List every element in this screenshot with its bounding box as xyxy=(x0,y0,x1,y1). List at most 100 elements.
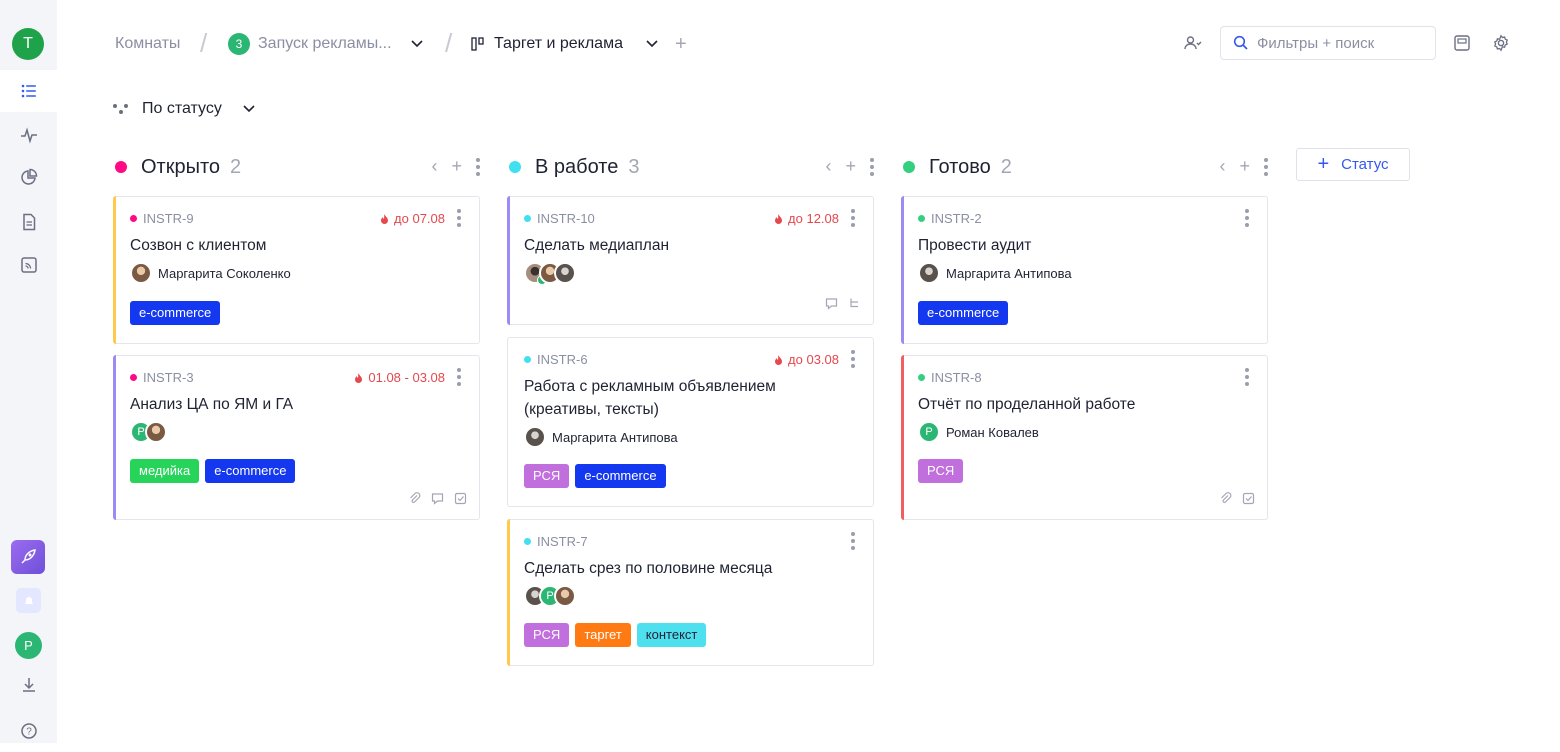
due-date: 01.08 - 03.08 xyxy=(353,370,445,385)
breadcrumb-separator: / xyxy=(200,28,208,58)
search-box[interactable] xyxy=(1220,26,1436,60)
column-in-progress: В работе 3 ‹ + INSTR-10 до 12.08 Сделать… xyxy=(507,150,874,666)
assignees: Р xyxy=(524,585,576,607)
members-icon[interactable] xyxy=(1184,34,1202,52)
chevron-down-icon xyxy=(243,105,255,113)
task-card[interactable]: INSTR-6 до 03.08 Работа с рекламным объя… xyxy=(507,337,874,507)
card-indicators xyxy=(1219,492,1255,505)
download-icon[interactable] xyxy=(0,664,57,706)
card-menu-icon[interactable] xyxy=(1245,209,1249,227)
list-icon xyxy=(21,84,36,98)
task-card[interactable]: INSTR-7 Сделать срез по половине месяца … xyxy=(507,519,874,666)
assignee-name: Роман Ковалев xyxy=(946,424,1039,440)
checklist-icon xyxy=(1242,492,1255,505)
column-count: 2 xyxy=(1000,155,1012,178)
breadcrumb-room[interactable]: 3 Запуск рекламы... xyxy=(228,33,424,55)
task-title: Отчёт по проделанной работе xyxy=(918,396,1136,413)
tag: e-commerce xyxy=(130,301,221,325)
user-avatar[interactable]: P xyxy=(15,632,42,659)
avatar xyxy=(554,262,576,284)
archive-icon[interactable] xyxy=(1453,34,1471,52)
group-icon xyxy=(113,104,128,114)
help-icon[interactable]: ? xyxy=(0,710,57,752)
task-card[interactable]: INSTR-10 до 12.08 Сделать медиаплан xyxy=(507,196,874,325)
attachment-icon xyxy=(1221,492,1232,503)
column-actions: ‹ + xyxy=(825,156,874,177)
avatar xyxy=(130,262,152,284)
due-date: до 07.08 xyxy=(379,211,445,226)
card-menu-icon[interactable] xyxy=(1245,368,1249,386)
board-icon xyxy=(471,37,484,51)
sidebar-item-reports[interactable] xyxy=(0,156,57,198)
more-icon[interactable] xyxy=(1264,157,1268,176)
gear-icon[interactable] xyxy=(1492,34,1510,52)
card-menu-icon[interactable] xyxy=(851,350,855,368)
add-card-icon[interactable]: + xyxy=(451,156,462,177)
column-count: 3 xyxy=(628,155,640,178)
task-id: INSTR-6 xyxy=(524,352,588,367)
more-icon[interactable] xyxy=(870,157,874,176)
card-menu-icon[interactable] xyxy=(457,368,461,386)
assignees: Маргарита Антипова xyxy=(524,426,678,448)
column-title: В работе xyxy=(535,155,619,178)
rocket-icon[interactable] xyxy=(11,540,45,574)
tag: e-commerce xyxy=(575,464,666,488)
task-card[interactable]: INSTR-9 до 07.08 Созвон с клиентом Марга… xyxy=(113,196,480,344)
add-card-icon[interactable]: + xyxy=(1239,156,1250,177)
card-menu-icon[interactable] xyxy=(457,209,461,227)
breadcrumb-rooms[interactable]: Комнаты xyxy=(115,34,180,54)
avatar xyxy=(918,262,940,284)
task-id: INSTR-9 xyxy=(130,211,194,226)
fire-icon xyxy=(355,372,363,383)
add-card-icon[interactable]: + xyxy=(845,156,856,177)
comment-icon xyxy=(431,493,444,505)
group-by-label: По статусу xyxy=(142,100,222,117)
svg-text:?: ? xyxy=(26,727,32,738)
assignees: Р Роман Ковалев xyxy=(918,421,1039,443)
chevron-down-icon xyxy=(410,40,423,48)
due-date: до 12.08 xyxy=(773,211,839,226)
notifications-icon[interactable] xyxy=(16,588,41,613)
due-date: до 03.08 xyxy=(773,352,839,367)
sidebar-item-documents[interactable] xyxy=(0,201,57,243)
task-id: INSTR-10 xyxy=(524,211,595,226)
column-header: Открыто 2 ‹ + xyxy=(113,150,480,184)
sidebar: T P ? xyxy=(0,0,57,743)
tag: РСЯ xyxy=(524,623,570,647)
more-icon[interactable] xyxy=(476,157,480,176)
chevron-down-icon xyxy=(646,40,658,48)
avatar xyxy=(554,585,576,607)
card-menu-icon[interactable] xyxy=(851,532,855,550)
activity-icon xyxy=(20,127,37,144)
task-card[interactable]: INSTR-3 01.08 - 03.08 Анализ ЦА по ЯМ и … xyxy=(113,355,480,520)
fire-icon xyxy=(381,213,389,224)
sidebar-item-list[interactable] xyxy=(0,70,57,112)
tags: e-commerce xyxy=(918,301,1009,325)
fire-icon xyxy=(775,213,783,224)
tag: РСЯ xyxy=(524,464,570,488)
collapse-icon[interactable]: ‹ xyxy=(1219,156,1225,177)
board-title: Таргет и реклама xyxy=(494,35,623,52)
sidebar-item-activity[interactable] xyxy=(0,114,57,156)
plus-icon: + xyxy=(1317,153,1330,175)
collapse-icon[interactable]: ‹ xyxy=(825,156,831,177)
column-done: Готово 2 ‹ + INSTR-2 Провести аудит Марг… xyxy=(901,150,1268,520)
add-board-icon[interactable]: + xyxy=(675,33,687,56)
search-input[interactable] xyxy=(1257,34,1427,52)
avatar xyxy=(524,426,546,448)
sidebar-item-feed[interactable] xyxy=(0,244,57,286)
workspace-avatar[interactable]: T xyxy=(12,28,44,60)
checklist-icon xyxy=(454,492,467,505)
add-status-button[interactable]: + Статус xyxy=(1296,148,1410,181)
task-id: INSTR-7 xyxy=(524,534,588,549)
tag: медийка xyxy=(130,459,200,483)
breadcrumb-board[interactable]: Таргет и реклама + xyxy=(470,33,687,56)
group-by-selector[interactable]: По статусу xyxy=(112,98,256,120)
card-menu-icon[interactable] xyxy=(851,209,855,227)
task-card[interactable]: INSTR-2 Провести аудит Маргарита Антипов… xyxy=(901,196,1268,344)
task-card[interactable]: INSTR-8 Отчёт по проделанной работе Р Ро… xyxy=(901,355,1268,520)
pie-chart-icon xyxy=(20,168,37,185)
column-header: В работе 3 ‹ + xyxy=(507,150,874,184)
collapse-icon[interactable]: ‹ xyxy=(431,156,437,177)
status-dot xyxy=(509,161,521,173)
